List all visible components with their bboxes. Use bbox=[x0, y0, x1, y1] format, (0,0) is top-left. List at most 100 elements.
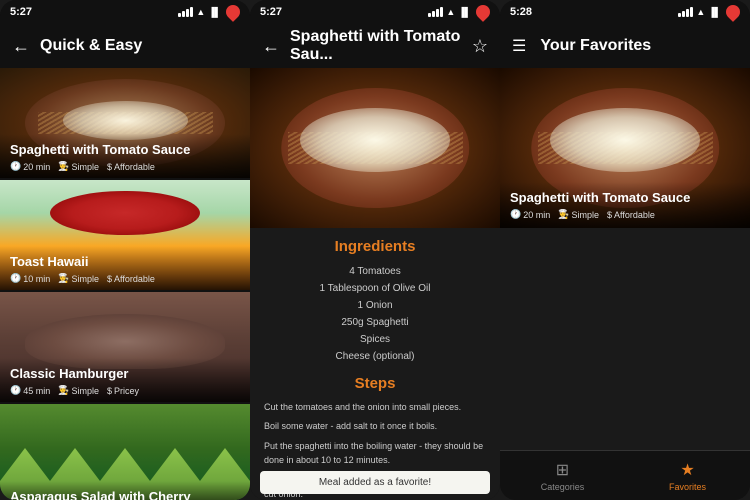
status-time-1: 5:27 bbox=[10, 6, 32, 18]
fav-recipe-time: 20 min bbox=[523, 210, 550, 220]
status-bar-1: 5:27 ▲ ▐▌ bbox=[0, 0, 250, 24]
favorites-content: Spaghetti with Tomato Sauce 🕐 20 min 👨‍🍳… bbox=[500, 68, 750, 500]
step-1: Cut the tomatoes and the onion into smal… bbox=[264, 400, 486, 414]
recipe-card-spaghetti[interactable]: Spaghetti with Tomato Sauce 🕐 20 min 👨‍🍳… bbox=[0, 68, 250, 178]
screen-detail: 5:27 ▲ ▐▌ ← Spaghetti with Tomato Sau...… bbox=[250, 0, 500, 500]
ingredients-list: 4 Tomatoes 1 Tablespoon of Olive Oil 1 O… bbox=[264, 263, 486, 365]
detail-spaghetti-image bbox=[250, 68, 500, 228]
ingredient-1: 4 Tomatoes bbox=[264, 263, 486, 280]
dollar-icon-2: $ bbox=[107, 274, 112, 284]
recipe-card-toast[interactable]: Toast Hawaii 🕐 10 min 👨‍🍳 Simple $ Affor… bbox=[0, 180, 250, 290]
back-button-2[interactable]: ← bbox=[262, 36, 280, 57]
wifi-icon-1: ▲ bbox=[196, 7, 205, 17]
nav-favorites[interactable]: ★ Favorites bbox=[625, 451, 750, 500]
recipe-meta-2: 🕐 10 min 👨‍🍳 Simple $ Affordable bbox=[10, 273, 240, 284]
chef-icon-fav: 👨‍🍳 bbox=[558, 209, 569, 220]
favorites-spacer bbox=[500, 228, 750, 450]
recipe-difficulty-1: Simple bbox=[71, 162, 99, 172]
wifi-icon-3: ▲ bbox=[696, 7, 705, 17]
chef-icon-2: 👨‍🍳 bbox=[58, 273, 69, 284]
ingredients-title: Ingredients bbox=[264, 238, 486, 255]
recipe-name-1: Spaghetti with Tomato Sauce bbox=[10, 142, 240, 157]
recipe-cost-1: Affordable bbox=[114, 162, 155, 172]
notification-badge-3 bbox=[723, 2, 743, 22]
bottom-nav: ⊞ Categories ★ Favorites bbox=[500, 450, 750, 500]
fav-recipe-name: Spaghetti with Tomato Sauce bbox=[510, 190, 740, 205]
clock-icon-2: 🕐 bbox=[10, 273, 21, 284]
fav-recipe-meta: 🕐 20 min 👨‍🍳 Simple $ Affordable bbox=[510, 209, 740, 220]
recipe-time-2: 10 min bbox=[23, 274, 50, 284]
recipe-overlay-2: Toast Hawaii 🕐 10 min 👨‍🍳 Simple $ Affor… bbox=[0, 246, 250, 290]
recipe-name-3: Classic Hamburger bbox=[10, 366, 240, 381]
recipe-card-asparagus[interactable]: Asparagus Salad with Cherry bbox=[0, 404, 250, 500]
battery-icon-3: ▐▌ bbox=[708, 7, 721, 17]
clock-icon-3: 🕐 bbox=[10, 385, 21, 396]
favorites-hero[interactable]: Spaghetti with Tomato Sauce 🕐 20 min 👨‍🍳… bbox=[500, 68, 750, 228]
recipe-overlay-4: Asparagus Salad with Cherry bbox=[0, 481, 250, 500]
status-icons-2: ▲ ▐▌ bbox=[428, 5, 490, 19]
ingredient-6: Cheese (optional) bbox=[264, 348, 486, 365]
favorites-icon: ★ bbox=[680, 460, 694, 480]
favorite-button[interactable]: ☆ bbox=[472, 36, 488, 57]
categories-icon: ⊞ bbox=[556, 460, 569, 480]
menu-icon[interactable]: ☰ bbox=[512, 36, 526, 56]
favorites-overlay: Spaghetti with Tomato Sauce 🕐 20 min 👨‍🍳… bbox=[500, 182, 750, 228]
recipe-overlay-1: Spaghetti with Tomato Sauce 🕐 20 min 👨‍🍳… bbox=[0, 134, 250, 178]
screen-list: 5:27 ▲ ▐▌ ← Quick & Easy Spaghetti with … bbox=[0, 0, 250, 500]
nav-categories-label: Categories bbox=[541, 482, 585, 492]
page-title-1: Quick & Easy bbox=[40, 37, 238, 55]
dollar-icon-fav: $ bbox=[607, 210, 612, 220]
status-icons-1: ▲ ▐▌ bbox=[178, 5, 240, 19]
ingredient-4: 250g Spaghetti bbox=[264, 314, 486, 331]
app-header-1: ← Quick & Easy bbox=[0, 24, 250, 68]
recipe-cost-3: Pricey bbox=[114, 386, 139, 396]
ingredient-3: 1 Onion bbox=[264, 297, 486, 314]
status-icons-3: ▲ ▐▌ bbox=[678, 5, 740, 19]
chef-icon-1: 👨‍🍳 bbox=[58, 161, 69, 172]
ingredient-5: Spices bbox=[264, 331, 486, 348]
nav-categories[interactable]: ⊞ Categories bbox=[500, 451, 625, 500]
fav-recipe-difficulty: Simple bbox=[571, 210, 599, 220]
steps-title: Steps bbox=[264, 375, 486, 392]
clock-icon-1: 🕐 bbox=[10, 161, 21, 172]
recipe-time-3: 45 min bbox=[23, 386, 50, 396]
signal-icon-2 bbox=[428, 7, 443, 17]
recipe-difficulty-3: Simple bbox=[71, 386, 99, 396]
ingredient-2: 1 Tablespoon of Olive Oil bbox=[264, 280, 486, 297]
recipe-meta-3: 🕐 45 min 👨‍🍳 Simple $ Pricey bbox=[10, 385, 240, 396]
toast-notification: Meal added as a favorite! bbox=[260, 471, 490, 494]
page-title-3: Your Favorites bbox=[540, 37, 738, 55]
app-header-3: ☰ Your Favorites bbox=[500, 24, 750, 68]
app-header-2: ← Spaghetti with Tomato Sau... ☆ bbox=[250, 24, 500, 68]
recipe-detail-container: Ingredients 4 Tomatoes 1 Tablespoon of O… bbox=[250, 68, 500, 500]
step-3: Put the spaghetti into the boiling water… bbox=[264, 439, 486, 468]
clock-icon-fav: 🕐 bbox=[510, 209, 521, 220]
recipe-name-4: Asparagus Salad with Cherry bbox=[10, 489, 240, 500]
battery-icon-2: ▐▌ bbox=[458, 7, 471, 17]
status-time-2: 5:27 bbox=[260, 6, 282, 18]
status-bar-2: 5:27 ▲ ▐▌ bbox=[250, 0, 500, 24]
recipe-list: Spaghetti with Tomato Sauce 🕐 20 min 👨‍🍳… bbox=[0, 68, 250, 500]
recipe-overlay-3: Classic Hamburger 🕐 45 min 👨‍🍳 Simple $ … bbox=[0, 358, 250, 402]
signal-icon-3 bbox=[678, 7, 693, 17]
dollar-icon-3: $ bbox=[107, 386, 112, 396]
recipe-card-burger[interactable]: Classic Hamburger 🕐 45 min 👨‍🍳 Simple $ … bbox=[0, 292, 250, 402]
chef-icon-3: 👨‍🍳 bbox=[58, 385, 69, 396]
notification-badge-1 bbox=[223, 2, 243, 22]
detail-hero-image bbox=[250, 68, 500, 228]
recipe-name-2: Toast Hawaii bbox=[10, 254, 240, 269]
battery-icon-1: ▐▌ bbox=[208, 7, 221, 17]
step-2: Boil some water - add salt to it once it… bbox=[264, 419, 486, 433]
recipe-meta-1: 🕐 20 min 👨‍🍳 Simple $ Affordable bbox=[10, 161, 240, 172]
screen-favorites: 5:28 ▲ ▐▌ ☰ Your Favorites Spaghetti wit… bbox=[500, 0, 750, 500]
status-bar-3: 5:28 ▲ ▐▌ bbox=[500, 0, 750, 24]
recipe-cost-2: Affordable bbox=[114, 274, 155, 284]
nav-favorites-label: Favorites bbox=[669, 482, 706, 492]
wifi-icon-2: ▲ bbox=[446, 7, 455, 17]
back-button-1[interactable]: ← bbox=[12, 36, 30, 57]
signal-icon-1 bbox=[178, 7, 193, 17]
recipe-time-1: 20 min bbox=[23, 162, 50, 172]
fav-recipe-cost: Affordable bbox=[614, 210, 655, 220]
notification-badge-2 bbox=[473, 2, 493, 22]
dollar-icon-1: $ bbox=[107, 162, 112, 172]
